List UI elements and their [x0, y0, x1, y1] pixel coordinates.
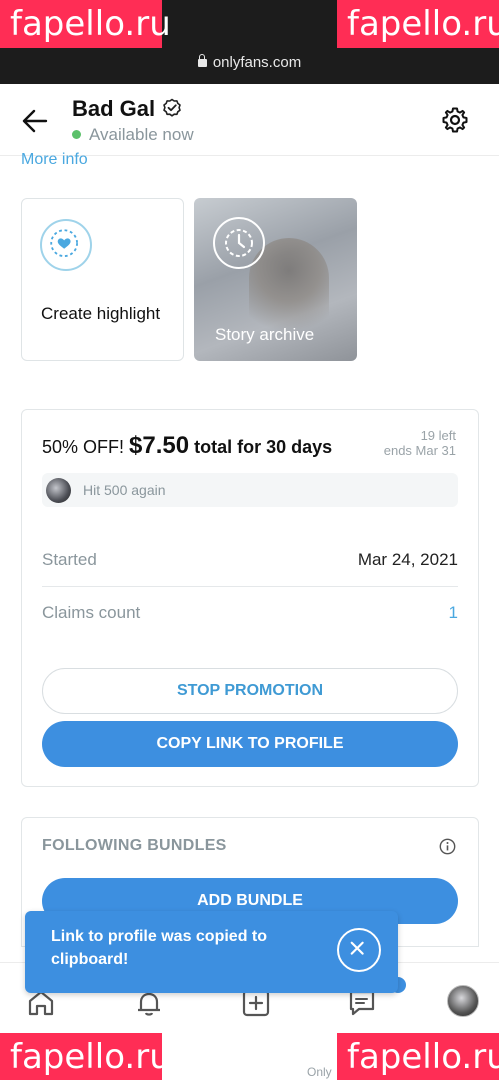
promo-message: Hit 500 again	[42, 473, 458, 507]
heart-icon	[50, 229, 78, 257]
gear-icon[interactable]	[441, 106, 469, 134]
toast-close-button[interactable]	[337, 928, 381, 972]
story-archive-tile[interactable]: Story archive	[194, 198, 357, 361]
lock-icon	[197, 54, 207, 67]
toast-message: Link to profile was copied to clipboard!	[51, 928, 268, 968]
more-info-link[interactable]: More info	[21, 151, 88, 169]
started-value: Mar 24, 2021	[357, 550, 458, 569]
started-row: Started Mar 24, 2021	[42, 535, 458, 587]
profile-header: Bad Gal Available now	[0, 84, 499, 156]
promo-message-text: Hit 500 again	[83, 482, 166, 498]
profile-name: Bad Gal	[72, 96, 156, 121]
stop-promotion-button[interactable]: STOP PROMOTION	[42, 668, 458, 714]
clipboard-toast: Link to profile was copied to clipboard!	[25, 911, 398, 993]
claims-value[interactable]: 1	[449, 603, 458, 623]
promo-remaining: 19 left ends Mar 31	[384, 428, 456, 458]
close-icon	[350, 941, 364, 955]
started-label: Started	[42, 550, 97, 569]
availability-status: Available now	[72, 125, 194, 145]
promo-discount: 50% OFF!	[42, 437, 125, 457]
watermark: fapello.ru	[337, 1033, 499, 1080]
avatar	[46, 478, 71, 503]
watermark: fapello.ru	[0, 1033, 171, 1080]
claims-label: Claims count	[42, 603, 141, 622]
copy-link-button[interactable]: COPY LINK TO PROFILE	[42, 721, 458, 767]
clock-icon	[225, 229, 253, 257]
claims-row: Claims count 1	[42, 588, 458, 640]
online-dot-icon	[72, 130, 81, 139]
verified-badge-icon	[163, 98, 181, 117]
profile-avatar[interactable]	[447, 985, 479, 1017]
promo-left-count: 19 left	[420, 428, 456, 443]
promotion-card: 50% OFF! $7.50 total for 30 days 19 left…	[21, 409, 479, 787]
back-arrow-icon[interactable]	[22, 108, 48, 134]
create-highlight-label: Create highlight	[41, 304, 161, 323]
url-text: onlyfans.com	[212, 54, 302, 71]
bundles-title: FOLLOWING BUNDLES	[42, 837, 227, 854]
url-bar[interactable]: onlyfans.com	[0, 54, 499, 71]
story-archive-label: Story archive	[215, 325, 315, 344]
create-highlight-tile[interactable]: Create highlight	[21, 198, 184, 361]
availability-text: Available now	[89, 125, 194, 144]
promo-duration: total for 30 days	[194, 437, 333, 457]
watermark: fapello.ru	[337, 0, 499, 48]
watermark: fapello.ru	[0, 0, 171, 48]
partial-footer-text: Only	[307, 1065, 332, 1079]
promotion-title: 50% OFF! $7.50 total for 30 days	[42, 432, 332, 460]
highlight-ring	[40, 219, 92, 271]
promo-price: $7.50	[129, 432, 190, 459]
story-archive-ring	[213, 217, 265, 269]
promo-end-date: ends Mar 31	[383, 443, 456, 458]
info-icon[interactable]	[439, 838, 456, 855]
